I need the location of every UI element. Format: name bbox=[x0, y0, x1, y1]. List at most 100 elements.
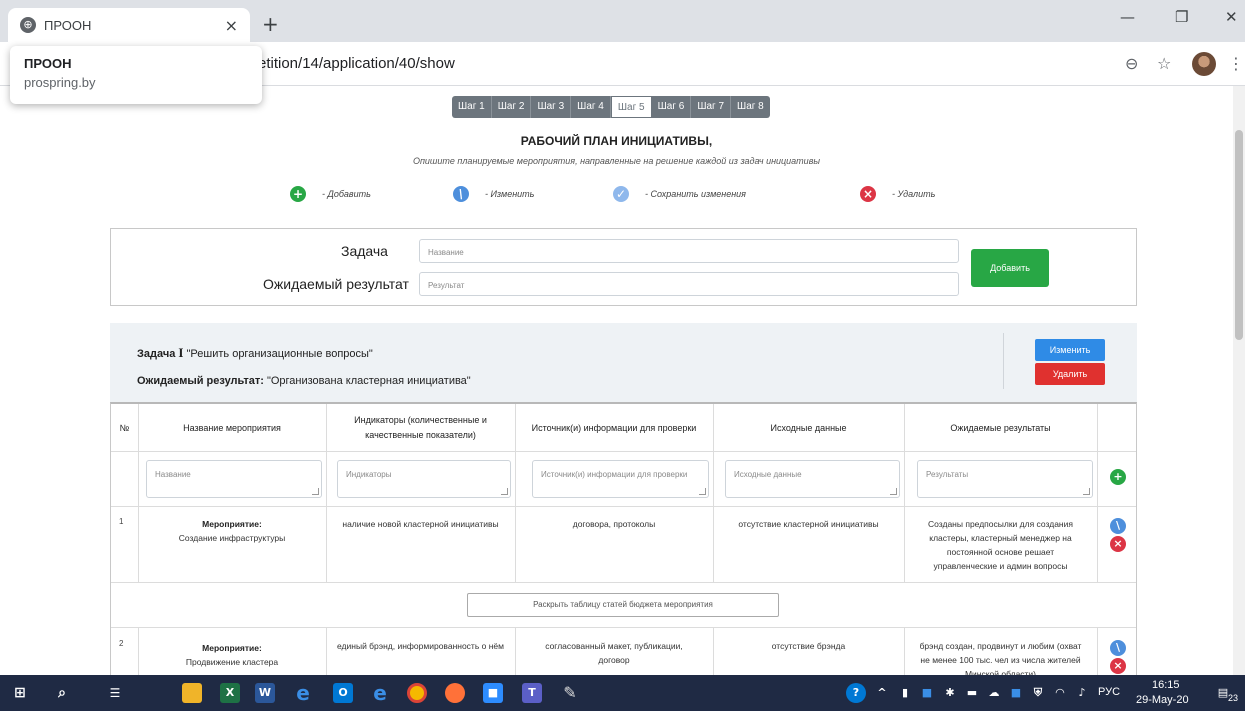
restore-icon[interactable]: ❐ bbox=[1175, 8, 1188, 26]
results-input[interactable]: Результаты bbox=[917, 460, 1093, 498]
col-divider bbox=[515, 627, 516, 675]
activity-name-cell: Мероприятие: Продвижение кластера bbox=[138, 641, 326, 669]
wifi-icon[interactable]: ◠ bbox=[1050, 683, 1070, 703]
page-scrollbar[interactable] bbox=[1233, 86, 1245, 675]
usb-icon[interactable]: ▮ bbox=[895, 683, 915, 703]
windows-taskbar: ⊞ ⌕ ☰ X W e O e ■ T ✎ ? ^ ▮ ■ ✱ ▬ ☁ ■ ⛨ … bbox=[0, 675, 1245, 711]
outlook-icon[interactable]: O bbox=[333, 683, 353, 703]
results-cell: Созданы предпосылки для создания кластер… bbox=[928, 519, 1073, 571]
edge-icon[interactable]: e bbox=[370, 683, 390, 703]
task-name: "Решить организационные вопросы" bbox=[186, 348, 373, 360]
step-navigation: Шаг 1 Шаг 2 Шаг 3 Шаг 4 Шаг 5 Шаг 6 Шаг … bbox=[452, 96, 770, 118]
close-icon[interactable]: ✕ bbox=[1225, 8, 1238, 26]
legend-save-label: - Сохранить изменения bbox=[645, 189, 746, 199]
legend-edit-label: - Изменить bbox=[485, 189, 535, 199]
tray-app-icon[interactable]: ■ bbox=[1006, 683, 1026, 703]
task-input[interactable]: Название bbox=[419, 239, 959, 263]
add-icon: + bbox=[290, 186, 306, 202]
step-5[interactable]: Шаг 5 bbox=[610, 96, 652, 118]
step-8[interactable]: Шаг 8 bbox=[731, 96, 770, 118]
clock-date[interactable]: 29-May-20 bbox=[1136, 694, 1189, 706]
legend-save: ✓ - Сохранить изменения bbox=[613, 186, 746, 202]
star-icon[interactable]: ☆ bbox=[1157, 54, 1171, 73]
browser-tab[interactable]: ⊕ ПРООН × bbox=[8, 8, 250, 42]
divider bbox=[1003, 333, 1004, 389]
url-field[interactable]: etition/14/application/40/show bbox=[258, 55, 455, 72]
indicators-cell: единый брэнд, информированность о нём bbox=[337, 641, 504, 651]
step-2[interactable]: Шаг 2 bbox=[492, 96, 532, 118]
add-button[interactable]: Добавить bbox=[971, 249, 1049, 287]
task-view-icon[interactable]: ☰ bbox=[105, 683, 125, 703]
delete-task-button[interactable]: Удалить bbox=[1035, 363, 1105, 385]
new-tab-button[interactable]: + bbox=[262, 12, 279, 36]
save-icon: ✓ bbox=[613, 186, 629, 202]
chrome-icon[interactable] bbox=[407, 683, 427, 703]
hover-card-title: ПРООН bbox=[24, 56, 72, 71]
activity-name: Продвижение кластера bbox=[185, 657, 279, 667]
volume-icon[interactable]: ♪ bbox=[1072, 683, 1092, 703]
minimize-icon[interactable]: — bbox=[1120, 8, 1135, 26]
search-icon[interactable]: ⌕ bbox=[52, 683, 72, 703]
firefox-icon[interactable] bbox=[445, 683, 465, 703]
ie-icon[interactable]: e bbox=[293, 683, 313, 703]
help-icon[interactable]: ? bbox=[846, 683, 866, 703]
paint-icon[interactable]: ✎ bbox=[560, 683, 580, 703]
chevron-up-icon[interactable]: ^ bbox=[872, 683, 892, 703]
add-row-icon[interactable]: + bbox=[1110, 469, 1126, 485]
activities-table: № Название мероприятия Индикаторы (колич… bbox=[110, 402, 1137, 675]
row-divider bbox=[111, 506, 1136, 507]
activity-name-input[interactable]: Название bbox=[146, 460, 322, 498]
excel-icon[interactable]: X bbox=[220, 683, 240, 703]
edit-task-button[interactable]: Изменить bbox=[1035, 339, 1105, 361]
legend-delete-label: - Удалить bbox=[892, 189, 936, 199]
tab-title: ПРООН bbox=[44, 17, 92, 33]
legend-add: + - Добавить bbox=[290, 186, 371, 202]
teams-icon[interactable]: T bbox=[522, 683, 542, 703]
tab-close-icon[interactable]: × bbox=[225, 16, 238, 35]
expand-budget-button[interactable]: Раскрыть таблицу статей бюджета мероприя… bbox=[467, 593, 779, 617]
battery-icon[interactable]: ▬ bbox=[962, 683, 982, 703]
file-explorer-icon[interactable] bbox=[182, 683, 202, 703]
clock-time[interactable]: 16:15 bbox=[1152, 679, 1180, 691]
zoom-app-icon[interactable]: ■ bbox=[483, 683, 503, 703]
delete-row-icon[interactable]: × bbox=[1110, 536, 1126, 552]
delete-row-icon[interactable]: × bbox=[1110, 658, 1126, 674]
sources-cell: договора, протоколы bbox=[572, 519, 656, 529]
header-activity-name: Название мероприятия bbox=[183, 422, 281, 433]
result-label: Ожидаемый результат bbox=[263, 276, 409, 292]
shield-icon[interactable]: ⛨ bbox=[1028, 683, 1048, 703]
zoom-icon[interactable]: ⊖ bbox=[1125, 54, 1138, 73]
result-input[interactable]: Результат bbox=[419, 272, 959, 296]
scroll-thumb[interactable] bbox=[1235, 130, 1243, 340]
menu-icon[interactable]: ⋮ bbox=[1228, 54, 1244, 73]
step-1[interactable]: Шаг 1 bbox=[452, 96, 492, 118]
task-panel: Задача I "Решить организационные вопросы… bbox=[110, 323, 1137, 403]
step-3[interactable]: Шаг 3 bbox=[531, 96, 572, 118]
windows-start-icon[interactable]: ⊞ bbox=[10, 683, 30, 703]
legend-edit: \ - Изменить bbox=[453, 186, 534, 202]
word-icon[interactable]: W bbox=[255, 683, 275, 703]
task-heading: Задача I "Решить организационные вопросы… bbox=[137, 345, 373, 361]
indicators-input[interactable]: Индикаторы bbox=[337, 460, 511, 498]
baseline-input[interactable]: Исходные данные bbox=[725, 460, 900, 498]
language-indicator[interactable]: РУС bbox=[1098, 686, 1120, 698]
task-result: Ожидаемый результат: "Организована класт… bbox=[137, 375, 471, 387]
row-number: 2 bbox=[119, 639, 124, 648]
header-indicators: Индикаторы (количественные и качественны… bbox=[354, 414, 487, 440]
step-7[interactable]: Шаг 7 bbox=[691, 96, 732, 118]
header-sources: Источник(и) информации для проверки bbox=[531, 422, 697, 433]
tray-app-icon[interactable]: ■ bbox=[917, 683, 937, 703]
globe-icon: ⊕ bbox=[20, 17, 36, 33]
sources-input[interactable]: Источник(и) информации для проверки bbox=[532, 460, 709, 498]
profile-avatar[interactable] bbox=[1192, 52, 1216, 76]
edit-row-icon[interactable]: \ bbox=[1110, 640, 1126, 656]
add-task-form: Задача Название Ожидаемый результат Резу… bbox=[110, 228, 1137, 306]
header-baseline: Исходные данные bbox=[770, 422, 847, 433]
step-6[interactable]: Шаг 6 bbox=[652, 96, 692, 118]
legend-add-label: - Добавить bbox=[322, 189, 371, 199]
step-4[interactable]: Шаг 4 bbox=[571, 96, 611, 118]
task-number: I bbox=[178, 345, 184, 360]
slack-icon[interactable]: ✱ bbox=[940, 683, 960, 703]
edit-row-icon[interactable]: \ bbox=[1110, 518, 1126, 534]
cloud-icon[interactable]: ☁ bbox=[984, 683, 1004, 703]
